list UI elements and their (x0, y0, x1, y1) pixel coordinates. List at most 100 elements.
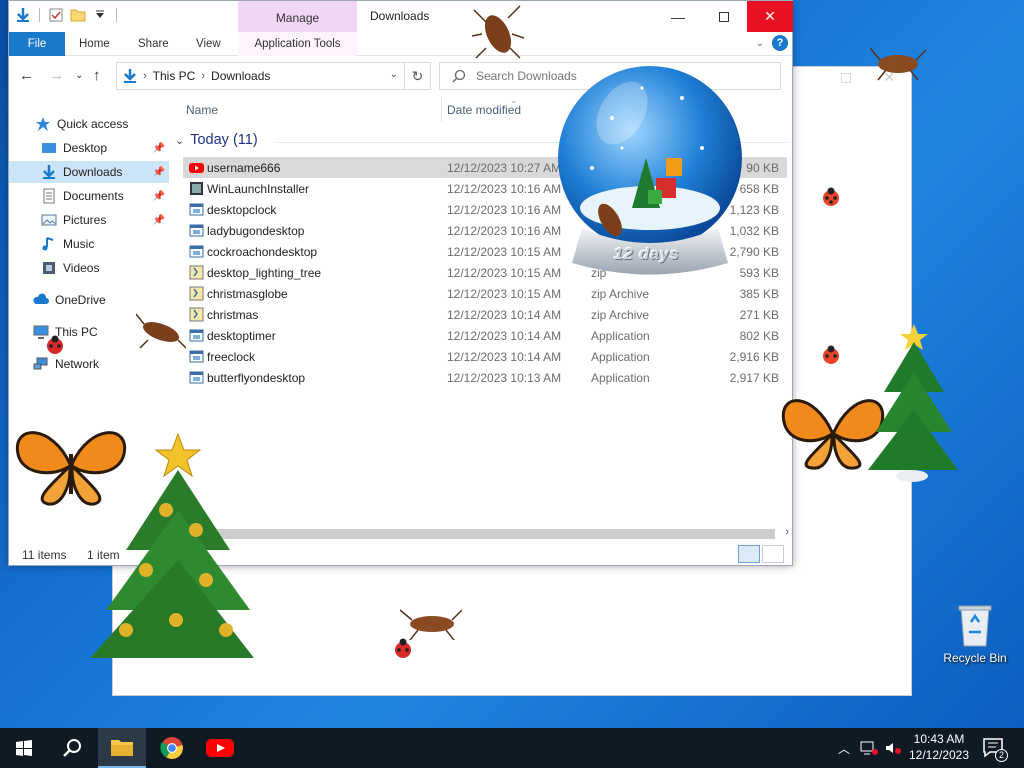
tab-view[interactable]: View (196, 32, 221, 56)
tab-home[interactable]: Home (79, 32, 110, 56)
zip-icon (189, 307, 204, 322)
app-icon (189, 202, 204, 217)
clock-time: 10:43 AM (913, 732, 965, 746)
download-arrow-icon (43, 165, 55, 179)
taskbar-file-explorer[interactable] (98, 728, 146, 768)
sidebar-item-music[interactable]: Music (9, 233, 169, 255)
start-button[interactable] (0, 728, 48, 768)
recent-locations-icon[interactable]: ⌄ (75, 70, 83, 81)
file-row[interactable]: freeclock 12/12/2023 10:14 AM Application 2… (183, 346, 787, 367)
breadcrumb-this-pc[interactable]: This PC (153, 69, 196, 83)
help-icon[interactable]: ? (772, 35, 788, 51)
file-name: desktop_lighting_tree (207, 266, 322, 280)
sidebar-item-onedrive[interactable]: OneDrive (9, 289, 169, 311)
chevron-right-icon: › (143, 70, 147, 82)
new-folder-icon[interactable] (70, 7, 86, 23)
file-name: butterflyondesktop (207, 371, 306, 385)
pin-icon[interactable]: 📌 (153, 191, 165, 202)
sidebar-item-quick-access[interactable]: Quick access (9, 113, 169, 135)
manage-tab[interactable]: Manage (238, 1, 357, 32)
sidebar-item-desktop[interactable]: Desktop 📌 (9, 137, 169, 159)
sidebar-item-label: Pictures (63, 213, 107, 227)
system-tray: ︿ (838, 728, 902, 768)
pin-icon[interactable]: 📌 (153, 215, 165, 226)
file-date: 12/12/2023 10:15 AM (447, 245, 562, 259)
minimize-icon: — (671, 8, 685, 25)
file-name: desktoptimer (207, 329, 276, 343)
chevron-right-icon[interactable]: › (201, 70, 205, 82)
videos-icon (43, 262, 55, 274)
file-type: Application (591, 371, 650, 385)
forward-button[interactable]: → (49, 67, 64, 84)
file-name: ladybugondesktop (207, 224, 305, 238)
properties-icon[interactable] (48, 7, 64, 23)
taskbar-chrome[interactable] (148, 728, 196, 768)
network-icon[interactable] (860, 741, 879, 755)
breadcrumb-downloads[interactable]: Downloads (211, 69, 270, 83)
installer-icon (189, 181, 204, 196)
file-date: 12/12/2023 10:14 AM (447, 308, 562, 322)
taskbar-youtube[interactable] (196, 728, 244, 768)
tab-file[interactable]: File (9, 32, 65, 56)
minimize-button[interactable]: — (655, 1, 701, 32)
file-row[interactable]: desktoptimer 12/12/2023 10:14 AM Applicati… (183, 325, 787, 346)
zip-icon (189, 265, 204, 280)
documents-icon (43, 188, 55, 204)
file-row[interactable]: butterflyondesktop 12/12/2023 10:13 AM App… (183, 367, 787, 388)
maximize-button[interactable] (701, 1, 747, 32)
address-input[interactable]: › This PC › Downloads ⌄ (116, 62, 405, 90)
sidebar-item-network[interactable]: Network (9, 353, 169, 375)
pin-icon[interactable]: 📌 (153, 167, 165, 178)
sidebar-item-pictures[interactable]: Pictures 📌 (9, 209, 169, 231)
taskbar-search-button[interactable] (48, 728, 96, 768)
scrollbar-thumb[interactable] (177, 529, 775, 539)
file-name: desktopclock (207, 203, 277, 217)
expand-ribbon-icon[interactable]: ⌄ (756, 38, 764, 49)
file-name: christmasglobe (207, 287, 288, 301)
sort-indicator-icon: ⌄ (510, 95, 518, 105)
cockroach-icon (136, 313, 186, 349)
sidebar-item-videos[interactable]: Videos (9, 257, 169, 279)
action-center-button[interactable]: 2 (982, 736, 1008, 762)
pictures-icon (41, 214, 57, 226)
clock-date: 12/12/2023 (908, 748, 970, 762)
file-row[interactable]: christmasglobe 12/12/2023 10:15 AM zip Arc… (183, 283, 787, 304)
horizontal-scrollbar[interactable]: › (177, 526, 789, 541)
download-arrow-icon[interactable] (15, 7, 31, 23)
globe-label: 12 days (614, 246, 680, 263)
tab-application-tools[interactable]: Application Tools (238, 32, 357, 56)
pin-icon[interactable]: 📌 (153, 143, 165, 154)
refresh-button[interactable]: ↻ (405, 62, 431, 90)
chevron-down-icon[interactable]: ⌄ (390, 69, 398, 80)
chevron-right-icon[interactable]: › (785, 526, 789, 538)
sidebar-item-documents[interactable]: Documents 📌 (9, 185, 169, 207)
snow-globe-widget[interactable]: 12 days (552, 58, 748, 278)
sidebar-item-downloads[interactable]: Downloads 📌 (9, 161, 169, 183)
sidebar-item-label: Network (55, 357, 100, 371)
details-view-icon[interactable] (738, 545, 760, 563)
ribbon-tabs: File Home Share View Application Tools (9, 32, 792, 56)
windows-start-icon (16, 740, 32, 756)
app-icon (189, 223, 204, 238)
back-button[interactable]: ← (19, 67, 34, 84)
group-header[interactable]: ⌄ Today (11) (175, 132, 258, 148)
column-header-name[interactable]: Name (186, 103, 218, 117)
ladybug-icon (823, 345, 839, 364)
customize-qat-icon[interactable] (92, 7, 108, 23)
up-button[interactable]: ↑ (93, 67, 101, 84)
sidebar-item-label: Music (63, 237, 95, 251)
close-button[interactable]: ✕ (747, 1, 793, 32)
file-name: freeclock (207, 350, 256, 364)
file-row[interactable]: christmas 12/12/2023 10:14 AM zip Archive 2… (183, 304, 787, 325)
clock[interactable]: 10:43 AM 12/12/2023 (900, 731, 978, 763)
ladybug-icon (47, 335, 63, 354)
taskbar: ︿ 10:43 AM 12/12/2023 2 (0, 728, 1024, 768)
file-name: WinLaunchInstaller (207, 182, 310, 196)
file-date: 12/12/2023 10:14 AM (447, 350, 562, 364)
maximize-icon[interactable] (841, 73, 851, 83)
notification-count: 2 (995, 749, 1008, 762)
large-icons-view-icon[interactable] (762, 545, 784, 563)
chevron-up-icon[interactable]: ︿ (838, 740, 850, 757)
recycle-bin[interactable]: Recycle Bin (940, 600, 1010, 665)
tab-share[interactable]: Share (138, 32, 169, 56)
